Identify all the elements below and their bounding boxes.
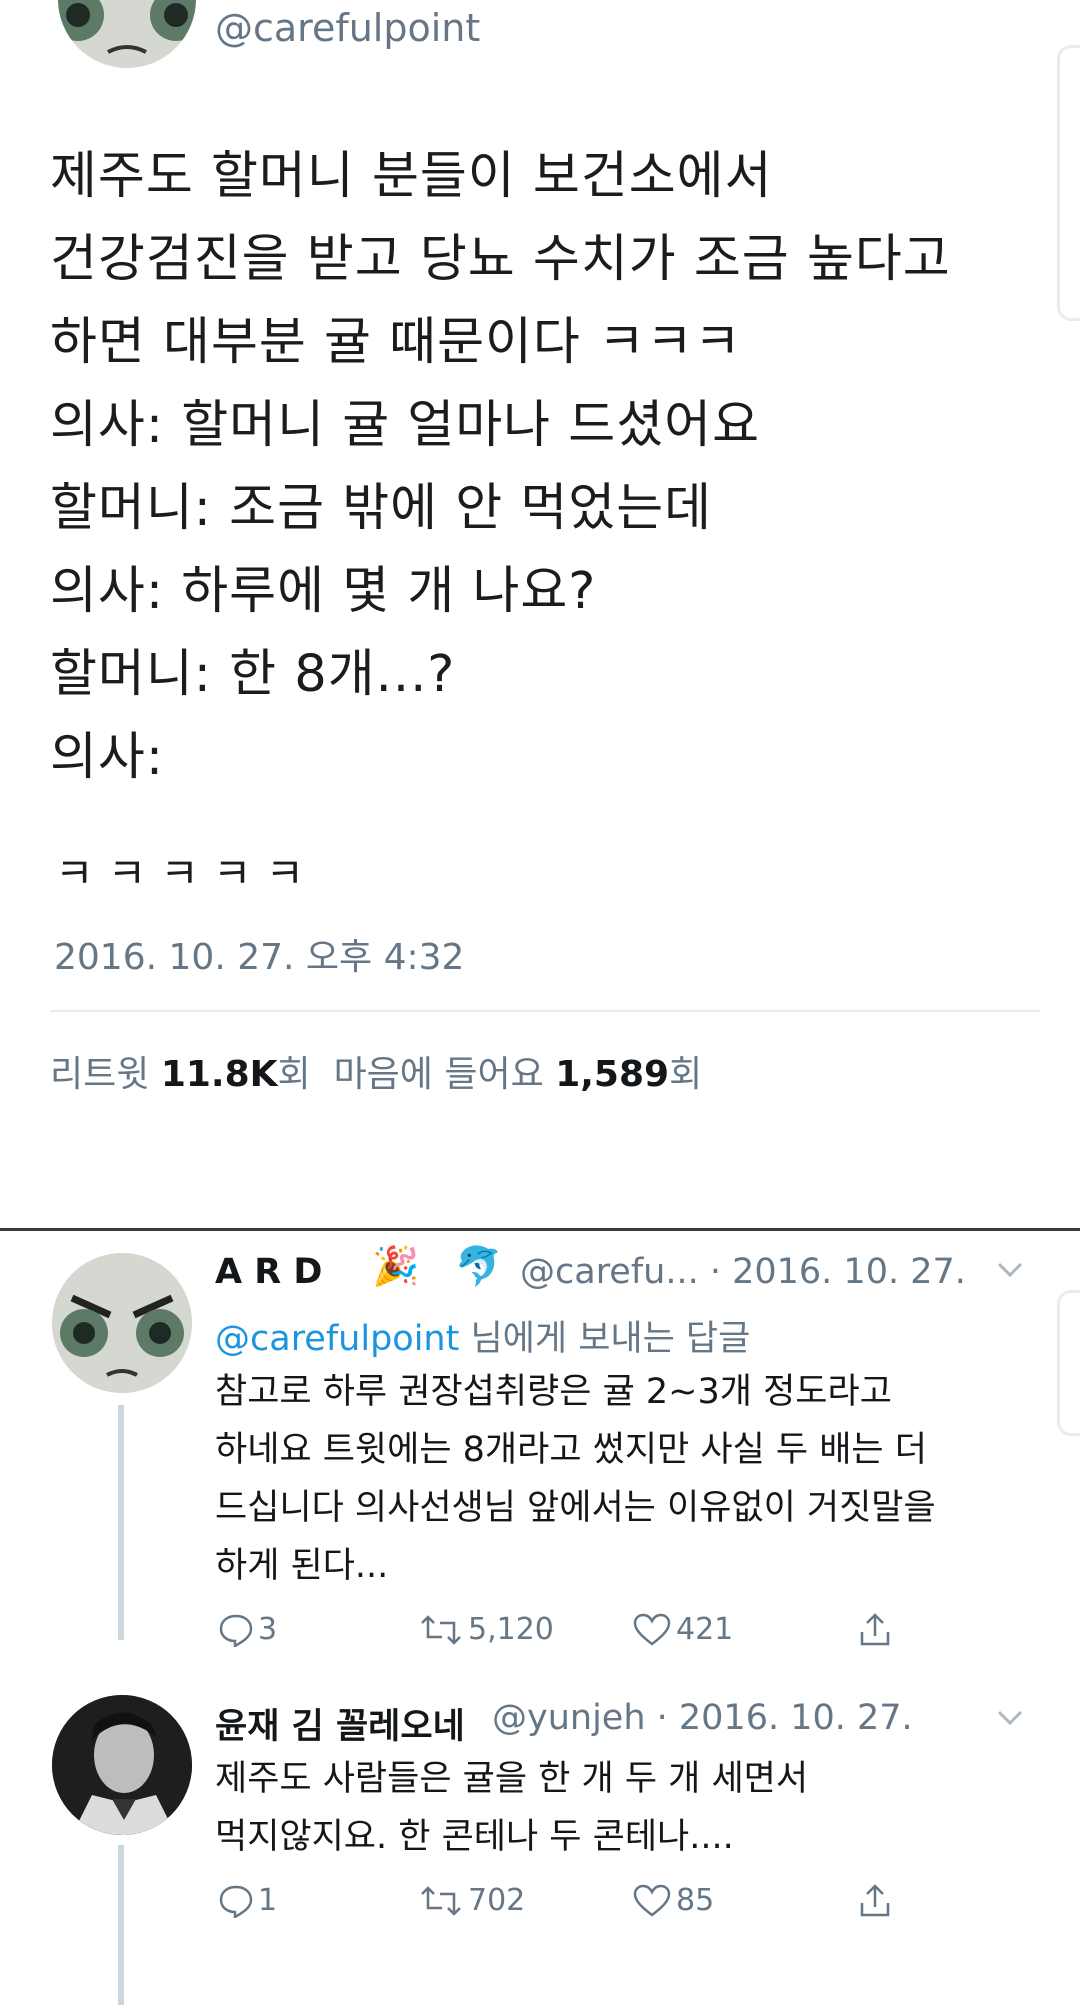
reply-count: 1 [258, 1883, 278, 1918]
retweet-icon [421, 1885, 461, 1916]
like-action[interactable]: 85 [632, 1883, 714, 1918]
retweet-count: 702 [468, 1883, 526, 1918]
heart-icon [633, 1884, 671, 1917]
side-panel-edge [1057, 45, 1080, 321]
retweet-unit: 회 [277, 1054, 311, 1095]
share-icon [860, 1613, 890, 1646]
side-panel-edge [1057, 1290, 1080, 1436]
reply-avatar[interactable] [52, 1253, 192, 1393]
comment-icon [219, 1885, 253, 1918]
tweet-timestamp[interactable]: 2016. 10. 27. 오후 4:32 [54, 928, 464, 980]
reply-avatar[interactable] [52, 1695, 192, 1835]
reply-to-line: @carefulpoint 님에게 보내는 답글 [215, 1310, 750, 1361]
retweet-action[interactable]: 5,120 [418, 1612, 554, 1647]
reply-author-name[interactable]: A R D [215, 1252, 322, 1292]
divider [50, 1010, 1040, 1012]
chevron-down-icon[interactable] [995, 1705, 1025, 1735]
share-icon [860, 1884, 890, 1917]
reply-action[interactable]: 1 [218, 1883, 277, 1918]
reply-handle-date[interactable]: @carefu... · 2016. 10. 27. [520, 1252, 966, 1292]
reply-to-suffix: 님에게 보내는 답글 [459, 1319, 751, 1359]
reply-handle-date[interactable]: @yunjeh · 2016. 10. 27. [492, 1698, 913, 1738]
like-count[interactable]: 1,589 [555, 1054, 669, 1095]
like-unit: 회 [669, 1054, 703, 1095]
reply-author-name[interactable]: 윤재 김 꼴레오네 [215, 1698, 465, 1749]
chevron-down-icon[interactable] [995, 1257, 1025, 1287]
reply-text: 제주도 사람들은 귤을 한 개 두 개 세면서 먹지않지요. 한 콘테나 두 콘… [215, 1759, 809, 1857]
retweet-count: 5,120 [468, 1612, 554, 1647]
reply-count: 3 [258, 1612, 278, 1647]
reply-action[interactable]: 3 [218, 1612, 277, 1647]
like-action[interactable]: 421 [632, 1612, 733, 1647]
thread-line [118, 1405, 124, 1640]
reply-to-handle[interactable]: @carefulpoint [215, 1319, 459, 1359]
like-label: 마음에 들어요 [333, 1054, 544, 1095]
dolphin-emoji-icon: 🐬 [455, 1244, 503, 1288]
author-handle[interactable]: @carefulpoint [215, 6, 480, 50]
tweet-laugh-line: ㅋㅋㅋㅋㅋ [55, 849, 319, 898]
retweet-count[interactable]: 11.8K [161, 1054, 278, 1095]
retweet-label: 리트윗 [50, 1054, 150, 1095]
thread-line [118, 1845, 124, 2005]
party-emoji-icon: 🎉 [372, 1244, 420, 1288]
share-action[interactable] [858, 1883, 896, 1919]
retweet-action[interactable]: 702 [418, 1883, 525, 1918]
heart-icon [633, 1613, 671, 1646]
screenshot-separator [0, 1228, 1080, 1231]
tweet-stats: 리트윗 11.8K회 마음에 들어요 1,589회 [50, 1045, 702, 1097]
like-count: 85 [676, 1883, 715, 1918]
retweet-icon [421, 1614, 461, 1645]
share-action[interactable] [858, 1612, 896, 1648]
author-avatar[interactable] [58, 0, 196, 68]
tweet-body: 제주도 할머니 분들이 보건소에서 건강검진을 받고 당뇨 수치가 조금 높다고… [50, 147, 951, 787]
reply-text: 참고로 하루 권장섭취량은 귤 2~3개 정도라고 하네요 트윗에는 8개라고 … [215, 1372, 936, 1586]
like-count: 421 [676, 1612, 734, 1647]
comment-icon [219, 1614, 253, 1647]
